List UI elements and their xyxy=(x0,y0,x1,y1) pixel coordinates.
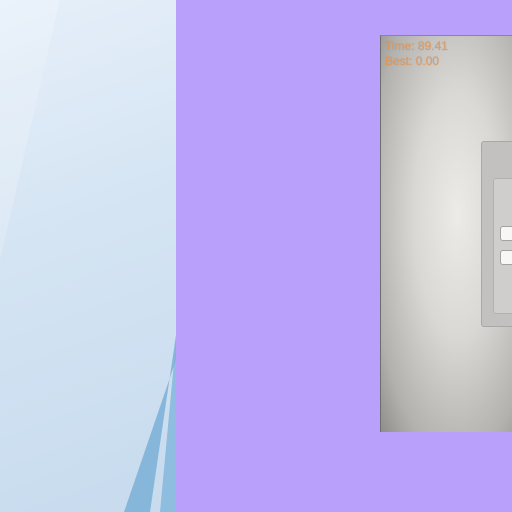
time-value: 89.41 xyxy=(417,39,448,53)
desktop: Time: 89.41 Best: 0.00 xyxy=(0,0,512,512)
hud: Time: 89.41 Best: 0.00 xyxy=(385,39,448,69)
form-panel xyxy=(493,178,512,314)
best-value: 0.00 xyxy=(415,54,440,68)
best-label: Best: xyxy=(385,54,413,68)
wallpaper-streak xyxy=(0,0,176,512)
desktop-wallpaper xyxy=(0,0,176,512)
time-label: Time: xyxy=(385,39,415,53)
time-readout: Time: 89.41 xyxy=(385,39,448,54)
game-overlay-panel xyxy=(481,141,512,327)
game-canvas[interactable]: Time: 89.41 Best: 0.00 xyxy=(380,35,512,432)
text-field-1[interactable] xyxy=(500,226,512,241)
text-field-2[interactable] xyxy=(500,250,512,265)
best-readout: Best: 0.00 xyxy=(385,54,448,69)
game-app-window[interactable]: Time: 89.41 Best: 0.00 xyxy=(176,0,512,512)
